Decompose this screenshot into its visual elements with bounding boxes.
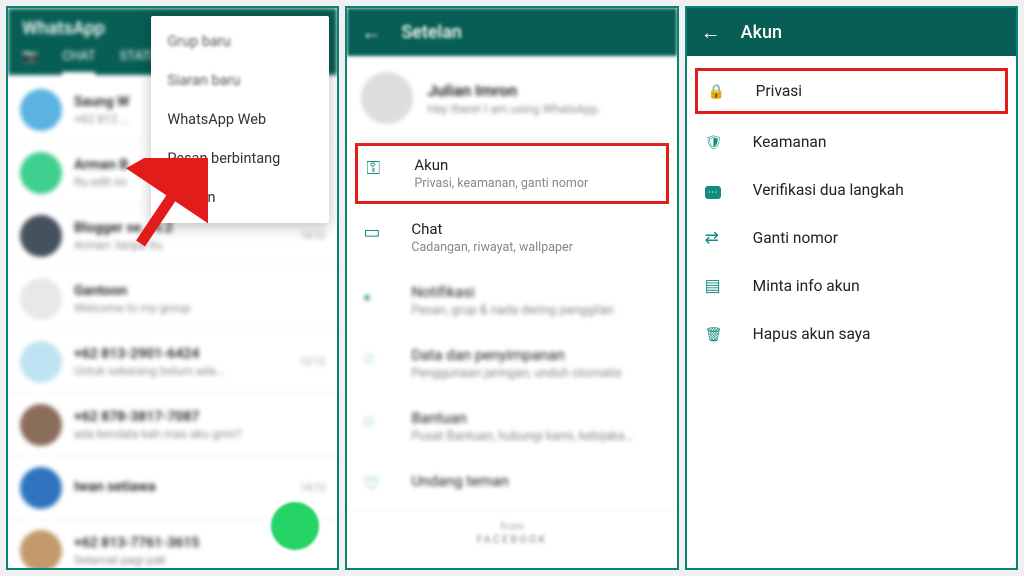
chat-row[interactable]: GantoonWelcome to my group: [8, 268, 337, 331]
change-number-label: Ganti nomor: [753, 229, 838, 247]
key-icon: [366, 158, 392, 179]
trash-icon: [705, 324, 727, 344]
settings-row-notifications[interactable]: Notifikasi Pesan, grup & nada dering pan…: [347, 269, 676, 332]
tab-chat[interactable]: CHAT: [62, 49, 95, 75]
panel-chat-list: WhatsApp 📷 CHAT STATUS Saung W+62 812 … …: [6, 6, 339, 570]
settings-row-chat[interactable]: Chat Cadangan, riwayat, wallpaper: [347, 206, 676, 269]
settings-row-account[interactable]: Akun Privasi, keamanan, ganti nomor: [355, 143, 668, 204]
invite-icon: [363, 474, 389, 495]
menu-item-new-broadcast[interactable]: Siaran baru: [151, 61, 329, 100]
account-row-request-info[interactable]: Minta info akun: [687, 262, 1016, 310]
menu-item-new-group[interactable]: Grup baru: [151, 22, 329, 61]
account-row-security[interactable]: Keamanan: [687, 118, 1016, 166]
chat-sub: Cadangan, riwayat, wallpaper: [411, 240, 573, 255]
shield-icon: [705, 132, 727, 152]
header-title: Setelan: [401, 22, 462, 43]
settings-row-invite[interactable]: Undang teman: [347, 458, 676, 509]
header-title: Akun: [741, 22, 782, 43]
account-row-privacy[interactable]: Privasi: [695, 68, 1008, 114]
new-chat-fab[interactable]: [271, 502, 319, 550]
settings-row-help[interactable]: Bantuan Pusat Bantuan, hubungi kami, keb…: [347, 395, 676, 458]
account-header: ← Akun: [687, 8, 1016, 56]
document-icon: [705, 276, 727, 296]
security-label: Keamanan: [753, 133, 827, 151]
chat-label: Chat: [411, 220, 573, 238]
back-icon[interactable]: ←: [361, 22, 381, 42]
panel-account: ← Akun Privasi Keamanan Verifikasi dua l…: [685, 6, 1018, 570]
settings-header: ← Setelan: [347, 8, 676, 56]
swap-icon: [705, 228, 727, 248]
settings-footer: from FACEBOOK: [347, 509, 676, 556]
help-icon: [363, 411, 389, 432]
chat-row[interactable]: +62 878-3817-7087ada kendala kah mas aku…: [8, 394, 337, 457]
settings-row-data[interactable]: Data dan penyimpanan Penggunaan jaringan…: [347, 332, 676, 395]
account-row-change-number[interactable]: Ganti nomor: [687, 214, 1016, 262]
dots-icon: [705, 180, 727, 200]
account-row-delete[interactable]: Hapus akun saya: [687, 310, 1016, 358]
delete-label: Hapus akun saya: [753, 325, 871, 343]
bell-icon: [363, 285, 389, 306]
annotation-arrow-icon: [118, 158, 208, 248]
two-step-label: Verifikasi dua langkah: [753, 181, 904, 199]
profile-status: Hey there! I am using WhatsApp.: [427, 102, 601, 116]
chat-row[interactable]: +62 813-2901-6424Untuk sekarang belum ad…: [8, 331, 337, 394]
profile-row[interactable]: Julian Imron Hey there! I am using Whats…: [347, 56, 676, 141]
profile-name: Julian Imron: [427, 81, 601, 100]
account-row-two-step[interactable]: Verifikasi dua langkah: [687, 166, 1016, 214]
back-icon[interactable]: ←: [701, 22, 721, 42]
avatar: [361, 72, 413, 124]
data-icon: [363, 348, 389, 369]
account-sub: Privasi, keamanan, ganti nomor: [414, 176, 588, 191]
tab-camera[interactable]: 📷: [22, 49, 38, 75]
privacy-label: Privasi: [756, 82, 802, 100]
chat-icon: [363, 222, 389, 243]
lock-icon: [708, 81, 730, 101]
request-info-label: Minta info akun: [753, 277, 860, 295]
account-label: Akun: [414, 156, 588, 174]
panel-settings: ← Setelan Julian Imron Hey there! I am u…: [345, 6, 678, 570]
account-list: Privasi Keamanan Verifikasi dua langkah …: [687, 56, 1016, 358]
menu-item-whatsapp-web[interactable]: WhatsApp Web: [151, 100, 329, 139]
